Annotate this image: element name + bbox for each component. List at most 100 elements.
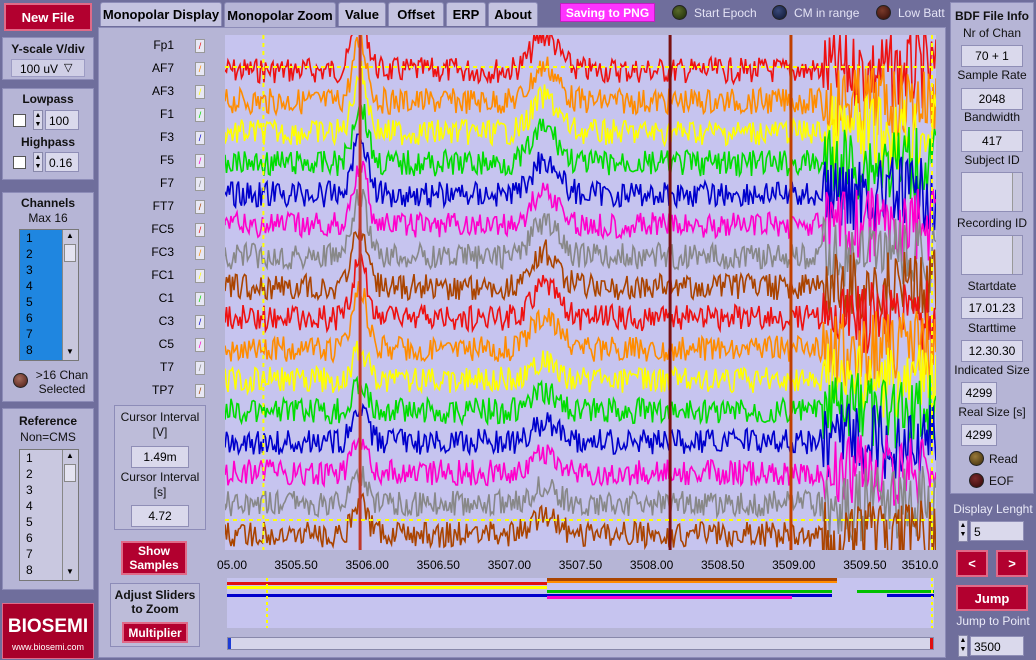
show-samples-button[interactable]: Show Samples (121, 541, 187, 575)
eeg-chart[interactable] (225, 35, 936, 550)
cursor-s-value: 4.72 (131, 505, 189, 527)
lowpass-stepper[interactable]: ▲ ▼ (33, 110, 43, 130)
channel-toggle[interactable]: / (195, 269, 205, 283)
time-scrollbar[interactable] (227, 637, 934, 650)
scroll-up-icon[interactable]: ▲ (64, 451, 76, 463)
overview-background (227, 578, 934, 628)
display-length-stepper[interactable]: ▲ ▼ (958, 520, 968, 542)
starttime-value: 12.30.30 (961, 340, 1023, 362)
adjust-panel: Adjust Sliders to Zoom Multiplier (110, 583, 200, 647)
channel-toggle[interactable]: / (195, 154, 205, 168)
tab-value[interactable]: Value (338, 2, 386, 26)
channel-toggle[interactable]: / (195, 315, 205, 329)
jump-to-stepper[interactable]: ▲ ▼ (958, 635, 968, 657)
overview-strip[interactable] (227, 578, 934, 628)
channel-toggle[interactable]: / (195, 39, 205, 53)
bdf-info-panel: BDF File Info Nr of Chan 70 + 1 Sample R… (950, 2, 1034, 494)
yscale-label: Y-scale V/div (11, 42, 85, 56)
tab-erp[interactable]: ERP (446, 2, 486, 26)
jump-button[interactable]: Jump (956, 585, 1028, 611)
sample-rate-value: 2048 (961, 88, 1023, 110)
reference-scrollbar[interactable]: ▲ ▼ (62, 450, 78, 580)
subject-id-field (961, 172, 1023, 212)
scroll-down-icon[interactable]: ▼ (64, 567, 76, 579)
highpass-stepper[interactable]: ▲ ▼ (33, 152, 43, 172)
reference-listbox[interactable]: ▲ ▼ 12345678 (19, 449, 79, 581)
yscale-select[interactable]: 100 uV ▽ (11, 59, 85, 77)
read-led (969, 451, 984, 466)
lowpass-input[interactable]: 100 (45, 110, 79, 130)
overview-segment-extra-1 (547, 578, 837, 581)
startdate-label: Startdate (967, 279, 1017, 293)
jump-to-input[interactable]: 3500 (970, 636, 1024, 656)
cm-range-led (772, 5, 787, 20)
jump-to-label: Jump to Point (956, 614, 1030, 628)
logo-text: BIOSEMI (7, 616, 89, 637)
low-batt-label: Low Batt (898, 6, 945, 20)
subject-scrollbar[interactable] (1012, 173, 1022, 211)
eof-label: EOF (989, 474, 1014, 488)
real-size-value: 4299 (961, 424, 997, 446)
x-tick-label: 05.00 (216, 558, 248, 572)
tab-offset[interactable]: Offset (388, 2, 444, 26)
scroll-thumb[interactable] (64, 244, 76, 262)
channel-toggle[interactable]: / (195, 131, 205, 145)
lowpass-label: Lowpass (22, 92, 74, 106)
nr-chan-value: 70 + 1 (961, 45, 1023, 67)
real-size-label: Real Size [s] (958, 405, 1026, 419)
subject-label: Subject ID (964, 153, 1020, 167)
tab-monopolar-display[interactable]: Monopolar Display (100, 2, 222, 26)
logo-url: www.biosemi.com (11, 642, 85, 652)
reference-sub: Non=CMS (20, 430, 76, 444)
lowpass-checkbox[interactable] (13, 114, 26, 127)
low-batt-led (876, 5, 891, 20)
filter-panel: Lowpass ▲ ▼ 100 Highpass ▲ ▼ 0.16 (2, 88, 94, 180)
channel-label-t7: T7 (159, 360, 174, 374)
bandwidth-label: Bandwidth (963, 110, 1021, 124)
channel-toggle[interactable]: / (195, 62, 205, 76)
x-tick-label: 3507.50 (558, 558, 603, 572)
x-tick-label: 3505.50 (274, 558, 318, 572)
tab-about[interactable]: About (488, 2, 538, 26)
cursor-s-label: Cursor Interval [s] (120, 470, 200, 499)
channel-label-ft7: FT7 (152, 199, 174, 213)
channel-label-f3: F3 (159, 130, 174, 144)
x-tick-label: 3509.00 (772, 558, 816, 572)
cursor-panel: Cursor Interval [V] 1.49m Cursor Interva… (114, 405, 206, 530)
startdate-value: 17.01.23 (961, 297, 1023, 319)
channel-toggle[interactable]: / (195, 108, 205, 122)
scroll-down-icon[interactable]: ▼ (64, 347, 76, 359)
channel-toggle[interactable]: / (195, 338, 205, 352)
overview-segment-6 (547, 596, 792, 599)
x-tick-label: 3509.50 (843, 558, 887, 572)
highpass-input[interactable]: 0.16 (45, 152, 79, 172)
recording-scrollbar[interactable] (1012, 236, 1022, 274)
channel-toggle[interactable]: / (195, 200, 205, 214)
channel-toggle[interactable]: / (195, 85, 205, 99)
channel-label-fp1: Fp1 (153, 38, 174, 52)
start-epoch-led (672, 5, 687, 20)
reference-label: Reference (18, 414, 78, 428)
highpass-checkbox[interactable] (13, 156, 26, 169)
starttime-label: Starttime (967, 321, 1016, 335)
scroll-thumb[interactable] (64, 464, 76, 482)
channels-listbox[interactable]: ▲ ▼ 12345678 (19, 229, 79, 361)
scroll-up-icon[interactable]: ▲ (64, 231, 76, 243)
display-length-input[interactable]: 5 (970, 521, 1024, 541)
new-file-button[interactable]: New File (4, 3, 92, 31)
prev-button[interactable]: < (956, 550, 988, 577)
next-button[interactable]: > (996, 550, 1028, 577)
channel-toggle[interactable]: / (195, 177, 205, 191)
channels-scrollbar[interactable]: ▲ ▼ (62, 230, 78, 360)
multiplier-button[interactable]: Multiplier (122, 622, 188, 643)
tab-monopolar-zoom[interactable]: Monopolar Zoom (224, 2, 336, 28)
channel-toggle[interactable]: / (195, 361, 205, 375)
sample-rate-label: Sample Rate (957, 68, 1027, 82)
channel-toggle[interactable]: / (195, 384, 205, 398)
over16-led (13, 373, 28, 388)
channel-toggle[interactable]: / (195, 246, 205, 260)
channel-toggle[interactable]: / (195, 223, 205, 237)
overview-segment-3 (227, 586, 547, 589)
channel-toggle[interactable]: / (195, 292, 205, 306)
indicated-size-value: 4299 (961, 382, 997, 404)
